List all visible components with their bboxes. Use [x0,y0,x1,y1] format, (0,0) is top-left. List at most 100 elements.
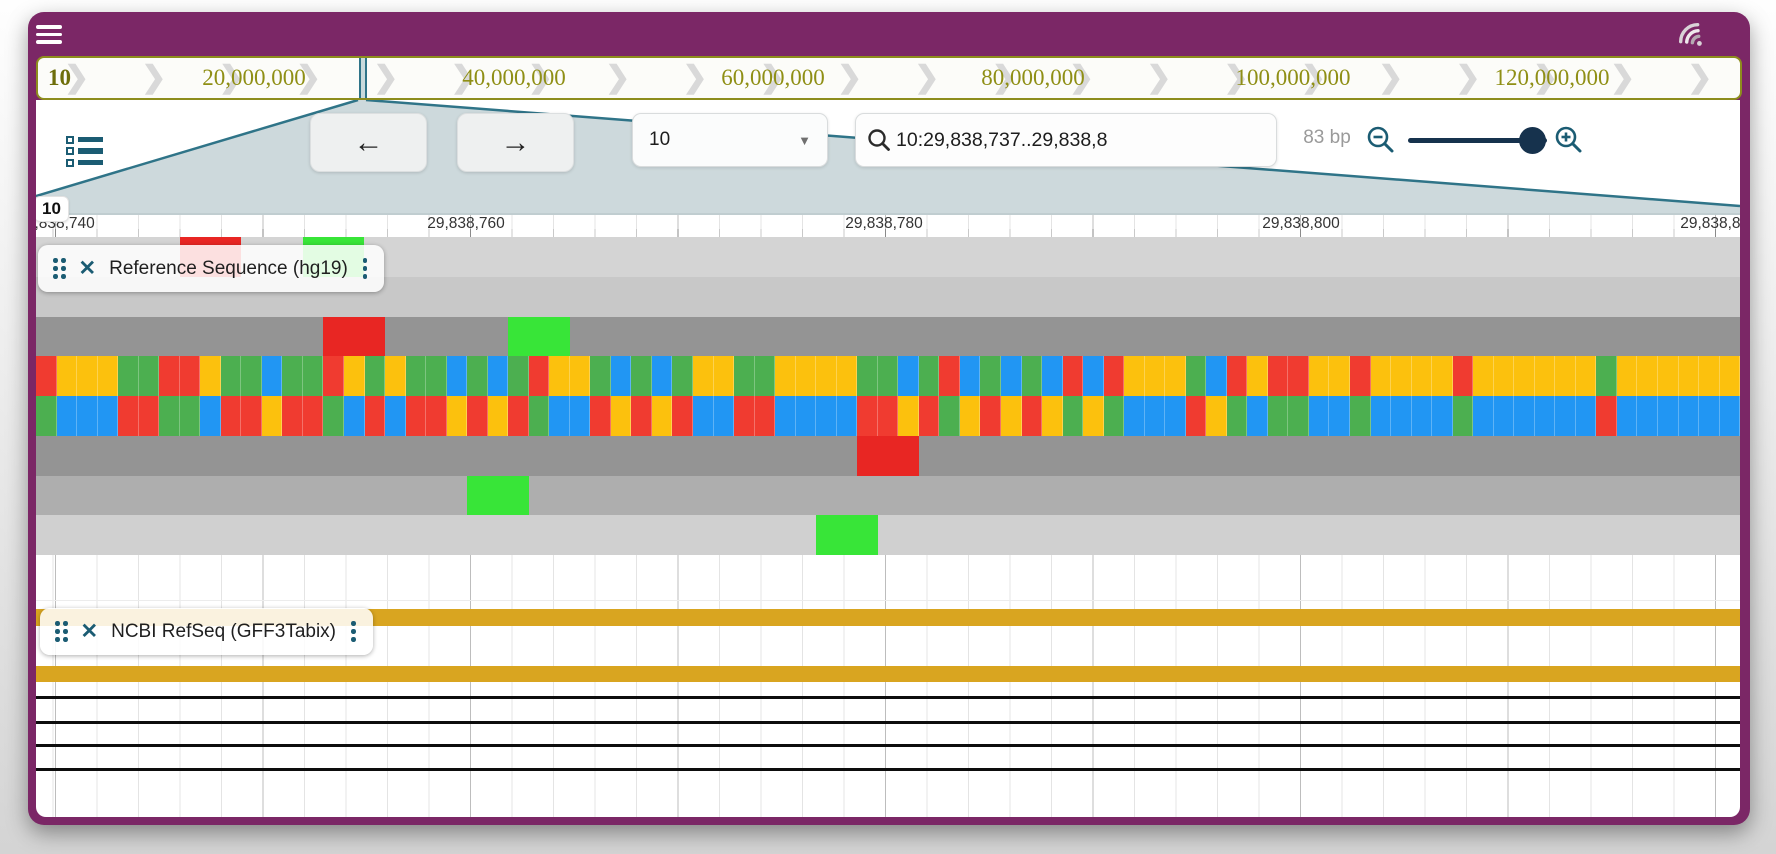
chromosome-overview-bar[interactable]: 10 ❯❯❯❯❯❯❯❯❯❯❯❯❯❯❯❯❯❯❯❯❯❯20,000,00040,00… [36,56,1742,100]
dna-base-c[interactable] [775,396,796,436]
zoom-slider[interactable] [1408,138,1547,143]
dna-base-t[interactable] [406,396,427,436]
dna-base-t[interactable] [1063,356,1084,396]
dna-base-t[interactable] [426,396,447,436]
refseq-feature-line[interactable] [36,721,1740,724]
dna-base-g[interactable] [570,356,591,396]
dna-base-t[interactable] [323,356,344,396]
dna-base-t[interactable] [1104,356,1125,396]
dna-base-a[interactable] [1268,396,1289,436]
dna-base-t[interactable] [221,396,242,436]
dna-base-t[interactable] [529,356,550,396]
dna-base-a[interactable] [857,356,878,396]
dna-base-g[interactable] [1617,356,1638,396]
dna-base-c[interactable] [960,356,981,396]
dna-base-g[interactable] [1576,356,1597,396]
dna-base-t[interactable] [1268,356,1289,396]
dna-base-t[interactable] [303,396,324,436]
dna-base-g[interactable] [1555,356,1576,396]
zoom-in-icon[interactable] [1554,125,1584,155]
dna-base-a[interactable] [303,356,324,396]
refseq-feature-bar[interactable] [36,666,1740,682]
dna-base-a[interactable] [282,356,303,396]
dna-base-g[interactable] [1042,396,1063,436]
dna-base-g[interactable] [1412,356,1433,396]
dna-base-t[interactable] [241,396,262,436]
dna-base-g[interactable] [837,356,858,396]
dna-base-a[interactable] [1186,356,1207,396]
dna-base-g[interactable] [1432,356,1453,396]
pan-right-button[interactable]: → [457,113,574,172]
track-menu-icon[interactable] [349,619,358,644]
dna-base-a[interactable] [1227,396,1248,436]
start-codon-block[interactable] [816,515,878,555]
dna-base-g[interactable] [1247,356,1268,396]
dna-base-t[interactable] [365,396,386,436]
dna-base-a[interactable] [323,396,344,436]
close-track-icon[interactable]: ✕ [79,258,97,279]
dna-base-g[interactable] [1535,356,1556,396]
dna-base-c[interactable] [77,396,98,436]
dna-base-g[interactable] [652,396,673,436]
dna-base-a[interactable] [672,356,693,396]
dna-base-c[interactable] [262,356,283,396]
track-label-reference[interactable]: ✕ Reference Sequence (hg19) [38,245,384,292]
dna-base-g[interactable] [1473,356,1494,396]
pan-left-button[interactable]: ← [310,113,427,172]
zoom-out-icon[interactable] [1366,125,1396,155]
overview-selected-region[interactable] [359,58,367,98]
dna-base-c[interactable] [1145,396,1166,436]
dna-base-t[interactable] [1350,356,1371,396]
track-selector-icon[interactable] [66,136,106,166]
dna-base-t[interactable] [139,396,160,436]
dna-base-g[interactable] [344,356,365,396]
dna-base-a[interactable] [755,356,776,396]
dna-base-c[interactable] [1042,356,1063,396]
dna-base-c[interactable] [796,396,817,436]
dna-base-g[interactable] [1083,396,1104,436]
dna-base-g[interactable] [549,356,570,396]
dna-base-g[interactable] [1001,396,1022,436]
dna-base-c[interactable] [488,356,509,396]
dna-base-g[interactable] [1206,396,1227,436]
dna-base-g[interactable] [960,396,981,436]
dna-base-a[interactable] [1063,396,1084,436]
track-menu-icon[interactable] [361,256,370,281]
dna-base-c[interactable] [549,396,570,436]
dna-base-a[interactable] [1288,396,1309,436]
dna-base-a[interactable] [221,356,242,396]
dna-base-g[interactable] [262,396,283,436]
dna-base-c[interactable] [1083,356,1104,396]
dna-base-a[interactable] [139,356,160,396]
dna-base-a[interactable] [939,396,960,436]
dna-base-t[interactable] [734,396,755,436]
dna-base-g[interactable] [1371,356,1392,396]
dna-base-g[interactable] [1329,356,1350,396]
dna-base-t[interactable] [1186,396,1207,436]
dna-base-t[interactable] [36,356,57,396]
drag-handle-icon[interactable] [55,621,68,642]
dna-base-t[interactable] [755,396,776,436]
dna-base-g[interactable] [1658,356,1679,396]
dna-base-t[interactable] [467,396,488,436]
dna-reverse-row[interactable] [36,396,1740,436]
dna-base-t[interactable] [878,396,899,436]
dna-base-g[interactable] [1720,356,1740,396]
dna-base-t[interactable] [939,356,960,396]
dna-base-a[interactable] [1453,396,1474,436]
stop-codon-block[interactable] [857,436,919,476]
dna-base-a[interactable] [878,356,899,396]
close-track-icon[interactable]: ✕ [81,621,99,642]
dna-forward-row[interactable] [36,356,1740,396]
dna-base-c[interactable] [1679,396,1700,436]
start-codon-block[interactable] [508,317,570,357]
refname-dropdown[interactable]: 10 ▼ [632,113,828,167]
dna-base-g[interactable] [1699,356,1720,396]
dna-base-c[interactable] [714,396,735,436]
dna-base-a[interactable] [1596,356,1617,396]
start-codon-block[interactable] [467,476,529,516]
dna-base-c[interactable] [344,396,365,436]
dna-base-c[interactable] [1247,396,1268,436]
dna-base-a[interactable] [159,396,180,436]
dna-base-g[interactable] [1309,356,1330,396]
